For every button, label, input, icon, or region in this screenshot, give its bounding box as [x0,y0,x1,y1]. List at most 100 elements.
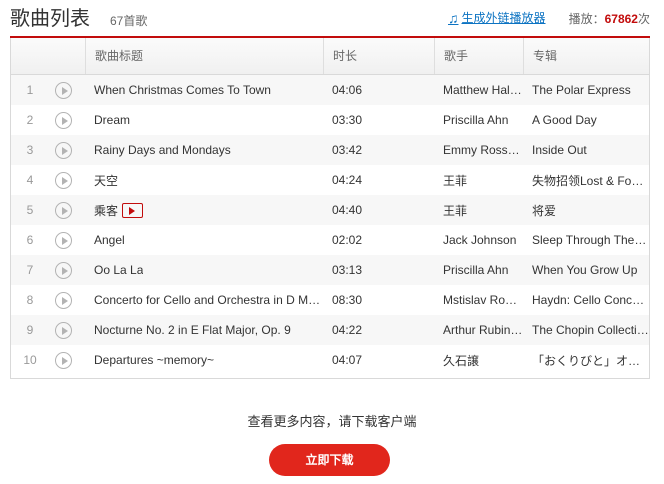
row-index: 7 [26,263,34,277]
row-play-cell [55,111,85,129]
row-index: 1 [26,83,34,97]
song-duration: 04:07 [332,353,363,367]
table-row[interactable]: 10 Departures ~memory~ 04:07 久石譲「おくりびと」オリジナ… [11,345,649,375]
play-icon[interactable] [55,201,72,219]
music-note-icon: ♫ [448,10,459,26]
generate-link-label[interactable]: 生成外链播放器 [462,9,546,27]
song-title-cell: 乘客 [85,202,323,219]
table-row[interactable]: 5 乘客 04:40 王菲 将爱 [11,195,649,225]
play-icon[interactable] [55,231,72,249]
row-index: 2 [26,113,34,127]
song-title-cell: Nocturne No. 2 in E Flat Major, Op. 9 [85,323,323,337]
table-row[interactable]: 2 Dream 03:30 Priscilla Ahn A Good Day [11,105,649,135]
song-singer[interactable]: Priscilla Ahn [434,263,523,277]
song-album[interactable]: The Chopin Collection [523,323,649,337]
table-row[interactable]: 3 Rainy Days and Mondays 03:42 Emmy Rossum I… [11,135,649,165]
song-album[interactable]: Sleep Through The Static [523,233,649,247]
table-row[interactable]: 4 天空 04:24 王菲 失物招领Lost & Found [11,165,649,195]
song-singer[interactable]: Matthew Hall / Meagan Moore [434,83,523,97]
song-singer[interactable]: Priscilla Ahn [434,113,523,127]
song-album[interactable]: 将爱 [523,202,649,219]
song-singer[interactable]: 久石譲 [434,352,523,369]
song-title-cell: When Christmas Comes To Town [85,83,323,97]
table-row[interactable]: 6 Angel 02:02 Jack Johnson Sleep Through The… [11,225,649,255]
column-header-title: 歌曲标题 [85,38,323,74]
song-title[interactable]: 乘客 [94,202,118,219]
song-title-cell: Concerto for Cello and Orchestra in D Ma… [85,293,323,307]
generate-external-player-link[interactable]: ♫ 生成外链播放器 [448,9,546,27]
song-singer[interactable]: Emmy Rossum [434,143,523,157]
play-icon[interactable] [55,81,72,99]
song-title-cell: Rainy Days and Mondays [85,143,323,157]
song-album[interactable]: 「おくりびと」オリジナルサウンドトラック [523,352,649,369]
song-title[interactable]: Concerto for Cello and Orchestra in D Ma… [94,293,323,307]
play-icon[interactable] [55,261,72,279]
song-title[interactable]: Departures ~memory~ [94,353,214,367]
song-singer[interactable]: Jack Johnson [434,233,523,247]
song-title[interactable]: Angel [94,233,125,247]
row-index: 4 [26,173,34,187]
play-icon[interactable] [55,171,72,189]
row-play-cell [55,351,85,369]
song-album[interactable]: 失物招领Lost & Found [523,172,649,189]
song-title-cell: 天空 [85,172,323,189]
mv-icon[interactable] [122,202,144,218]
column-header-singer: 歌手 [434,38,523,74]
play-count-label: 播放： [568,12,605,26]
row-play-cell [55,321,85,339]
song-duration: 04:24 [332,173,363,187]
column-header-album: 专辑 [523,38,649,74]
song-count: 67首歌 [110,14,148,28]
play-icon[interactable] [55,321,72,339]
song-singer[interactable]: Arthur Rubinstein [434,323,523,337]
song-duration: 02:02 [332,233,363,247]
song-title[interactable]: Dream [94,113,130,127]
song-title[interactable]: Nocturne No. 2 in E Flat Major, Op. 9 [94,323,291,337]
song-album[interactable]: A Good Day [523,113,649,127]
download-prompt-text: 查看更多内容，请下载客户端 [247,414,417,429]
row-index: 10 [23,353,37,367]
song-singer[interactable]: 王菲 [434,202,523,219]
download-now-button[interactable]: 立即下载 [269,444,390,476]
song-album[interactable]: The Polar Express [523,83,649,97]
column-header-duration: 时长 [323,38,434,74]
row-index: 5 [26,203,34,217]
playlist-header: 歌曲列表 67首歌 ♫ 生成外链播放器 播放：67862次 [10,0,650,38]
song-title[interactable]: Oo La La [94,263,143,277]
song-title[interactable]: 天空 [94,172,118,189]
song-album[interactable]: Inside Out [523,143,649,157]
play-icon[interactable] [55,141,72,159]
play-icon[interactable] [55,291,72,309]
song-singer[interactable]: 王菲 [434,172,523,189]
song-album[interactable]: When You Grow Up [523,263,649,277]
table-row[interactable]: 7 Oo La La 03:13 Priscilla Ahn When You Grow… [11,255,649,285]
table-row[interactable]: 8 Concerto for Cello and Orchestra in D M… [11,285,649,315]
table-row[interactable]: 9 Nocturne No. 2 in E Flat Major, Op. 9 04… [11,315,649,345]
song-duration: 03:13 [332,263,363,277]
table-row[interactable]: 1 When Christmas Comes To Town 04:06 Matthe… [11,75,649,105]
song-duration: 03:42 [332,143,363,157]
play-count: 播放：67862次 [569,10,650,28]
row-play-cell [55,141,85,159]
song-duration: 04:06 [332,83,363,97]
song-album[interactable]: Haydn: Cello Concertos [523,293,649,307]
song-title-cell: Angel [85,233,323,247]
row-play-cell [55,81,85,99]
song-singer[interactable]: Mstislav Rostropovich [434,293,523,307]
song-title[interactable]: Rainy Days and Mondays [94,143,231,157]
table-header: 歌曲标题 时长 歌手 专辑 [11,38,649,75]
song-duration: 04:22 [332,323,363,337]
song-title[interactable]: When Christmas Comes To Town [94,83,271,97]
row-index: 3 [26,143,34,157]
song-title-cell: Oo La La [85,263,323,277]
play-count-number: 67862 [604,12,638,26]
play-icon[interactable] [55,111,72,129]
play-icon[interactable] [55,351,72,369]
play-count-suffix: 次 [637,12,650,26]
row-play-cell [55,201,85,219]
row-play-cell [55,291,85,309]
row-play-cell [55,171,85,189]
song-table: 歌曲标题 时长 歌手 专辑 1 When Christmas Comes To T… [10,38,650,379]
row-play-cell [55,231,85,249]
song-duration: 08:30 [332,293,363,307]
